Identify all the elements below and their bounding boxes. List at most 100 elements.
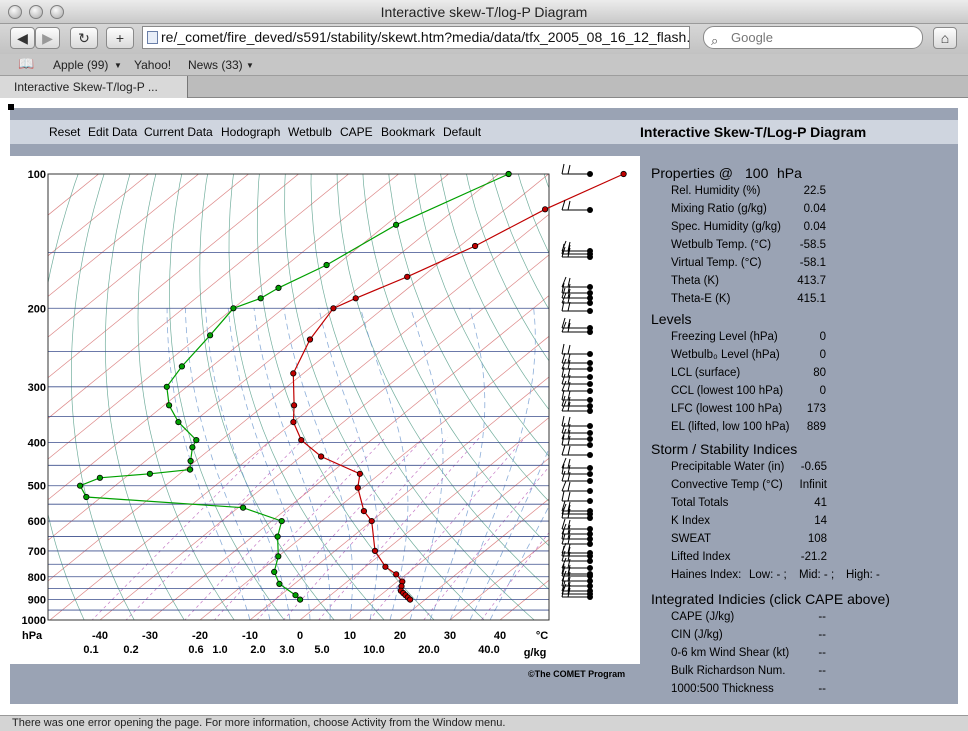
- pressure-tick-label: 300: [28, 382, 46, 394]
- wind-barb-dot: [587, 436, 593, 442]
- isotherm-line: [48, 174, 549, 582]
- moist-adiabat: [205, 308, 291, 620]
- wind-barb-dot: [587, 360, 593, 366]
- haines-low: Low: - ;: [749, 569, 787, 581]
- dewpoint-profile-point: [240, 504, 247, 511]
- pressure-tick-label: 400: [28, 438, 46, 450]
- dewpoint-profile-point: [230, 305, 237, 312]
- wind-barb-flag: [561, 490, 565, 502]
- wind-barb-dot: [587, 171, 593, 177]
- wind-barb-dot: [587, 478, 593, 484]
- haines-high: High: -: [846, 569, 880, 581]
- temp-tick-label: -40: [92, 630, 108, 642]
- property-label: Wetbulb Temp. (°C): [671, 239, 772, 251]
- wind-barb-dot: [587, 471, 593, 477]
- levels-value: 0: [819, 385, 826, 397]
- dewpoint-profile-point: [175, 418, 182, 426]
- temperature-profile-point: [354, 484, 361, 491]
- property-value: 413.7: [797, 275, 826, 287]
- page-icon: [147, 31, 158, 44]
- dewpoint-profile-point: [275, 284, 282, 291]
- property-value: 0.04: [803, 221, 826, 233]
- menu-reset[interactable]: Reset: [49, 125, 80, 139]
- mixing-ratio-line: [423, 466, 549, 620]
- address-field[interactable]: re/_comet/fire_deved/s591/stability/skew…: [142, 26, 690, 49]
- integrated-value: --: [818, 683, 826, 695]
- mixing-ratio-tick-label: 0.1: [83, 644, 98, 656]
- menu-hodograph[interactable]: Hodograph: [221, 125, 280, 139]
- isotherm-line: [449, 539, 549, 620]
- skewt-chart[interactable]: 1002003004005006007008009001000hPa -40 -3…: [0, 156, 640, 666]
- menu-edit-data[interactable]: Edit Data: [88, 125, 137, 139]
- minimize-window-button[interactable]: [29, 5, 43, 19]
- wind-barb-dot: [587, 408, 593, 414]
- dewpoint-profile-point: [178, 363, 185, 370]
- temperature-profile-point: [290, 418, 297, 426]
- menu-cape[interactable]: CAPE: [340, 125, 373, 139]
- close-window-button[interactable]: [8, 5, 22, 19]
- wind-barb-dot: [587, 541, 593, 547]
- wind-barb-dot: [587, 284, 593, 290]
- bookmark-apple[interactable]: Apple (99): [53, 58, 108, 72]
- dewpoint-profile-point: [166, 402, 173, 409]
- stability-label: Convective Temp (°C): [671, 479, 783, 491]
- search-placeholder: Google: [731, 30, 773, 45]
- wind-barb-dot: [587, 452, 593, 458]
- dewpoint-profile-point: [296, 596, 304, 603]
- address-text: re/_comet/fire_deved/s591/stability/skew…: [161, 29, 690, 45]
- mixing-ratio-line: [480, 532, 549, 620]
- wind-barb-dot: [587, 498, 593, 504]
- stability-label: Total Totals: [671, 497, 729, 509]
- temperature-profile-point: [471, 242, 479, 250]
- copyright-text: ©The COMET Program: [528, 669, 626, 679]
- wind-barb-dot: [587, 388, 593, 394]
- stability-value: -0.65: [800, 461, 827, 473]
- wind-barb-dot: [587, 300, 593, 306]
- temperature-profile-point: [306, 336, 314, 343]
- menu-bookmark[interactable]: Bookmark: [381, 125, 435, 139]
- browser-toolbar: ◀ ▶ ↻ + re/_comet/fire_deved/s591/stabil…: [0, 24, 968, 54]
- temperature-profile-point: [406, 596, 414, 603]
- dewpoint-profile-point: [83, 493, 90, 501]
- tab-active[interactable]: Interactive Skew-T/log-P ...: [0, 76, 188, 98]
- dewpoint-profile-point: [276, 580, 283, 587]
- levels-value: 0: [819, 349, 826, 361]
- wind-barb-flag: [567, 481, 571, 492]
- wind-barb-dot: [587, 430, 593, 436]
- stability-label: Precipitable Water (in): [671, 461, 785, 473]
- dewpoint-profile-point: [278, 517, 285, 525]
- property-label: Theta (K): [671, 275, 719, 287]
- bookmark-yahoo[interactable]: Yahoo!: [134, 58, 171, 72]
- wind-barb-dot: [587, 397, 593, 403]
- property-label: Rel. Humidity (%): [671, 185, 761, 197]
- properties-unit: hPa: [777, 165, 802, 181]
- search-field[interactable]: ⌕ Google: [703, 26, 923, 49]
- mixing-ratio-line: [91, 437, 274, 620]
- menu-current-data[interactable]: Current Data: [144, 125, 213, 139]
- search-icon: ⌕: [711, 33, 719, 48]
- bookmark-news[interactable]: News (33): [188, 58, 243, 72]
- home-button[interactable]: ⌂: [933, 27, 957, 49]
- reload-button[interactable]: ↻: [70, 27, 98, 49]
- back-button[interactable]: ◀: [10, 27, 35, 49]
- temp-tick-label: -20: [192, 630, 208, 642]
- menu-wetbulb[interactable]: Wetbulb: [288, 125, 332, 139]
- stability-value: 108: [807, 533, 827, 545]
- add-bookmark-button[interactable]: +: [106, 27, 134, 49]
- forward-button[interactable]: ▶: [35, 27, 60, 49]
- wind-barb-flag: [567, 344, 571, 355]
- pressure-tick-label: 700: [28, 546, 46, 558]
- property-value: 0.04: [803, 203, 826, 215]
- stability-value: Infinit: [799, 479, 828, 491]
- stability-label: K Index: [671, 515, 710, 527]
- zoom-window-button[interactable]: [50, 5, 64, 19]
- book-icon[interactable]: 📖: [18, 56, 34, 72]
- dewpoint-profile-point: [163, 383, 170, 390]
- mixing-ratio-tick-label: 2.0: [250, 644, 265, 656]
- temperature-profile-point: [368, 517, 375, 525]
- temp-tick-label: 0: [297, 630, 303, 642]
- mixing-ratio-line: [368, 437, 526, 620]
- menu-default[interactable]: Default: [443, 125, 481, 139]
- moist-adiabat: [318, 308, 379, 620]
- moist-adiabat: [360, 308, 409, 620]
